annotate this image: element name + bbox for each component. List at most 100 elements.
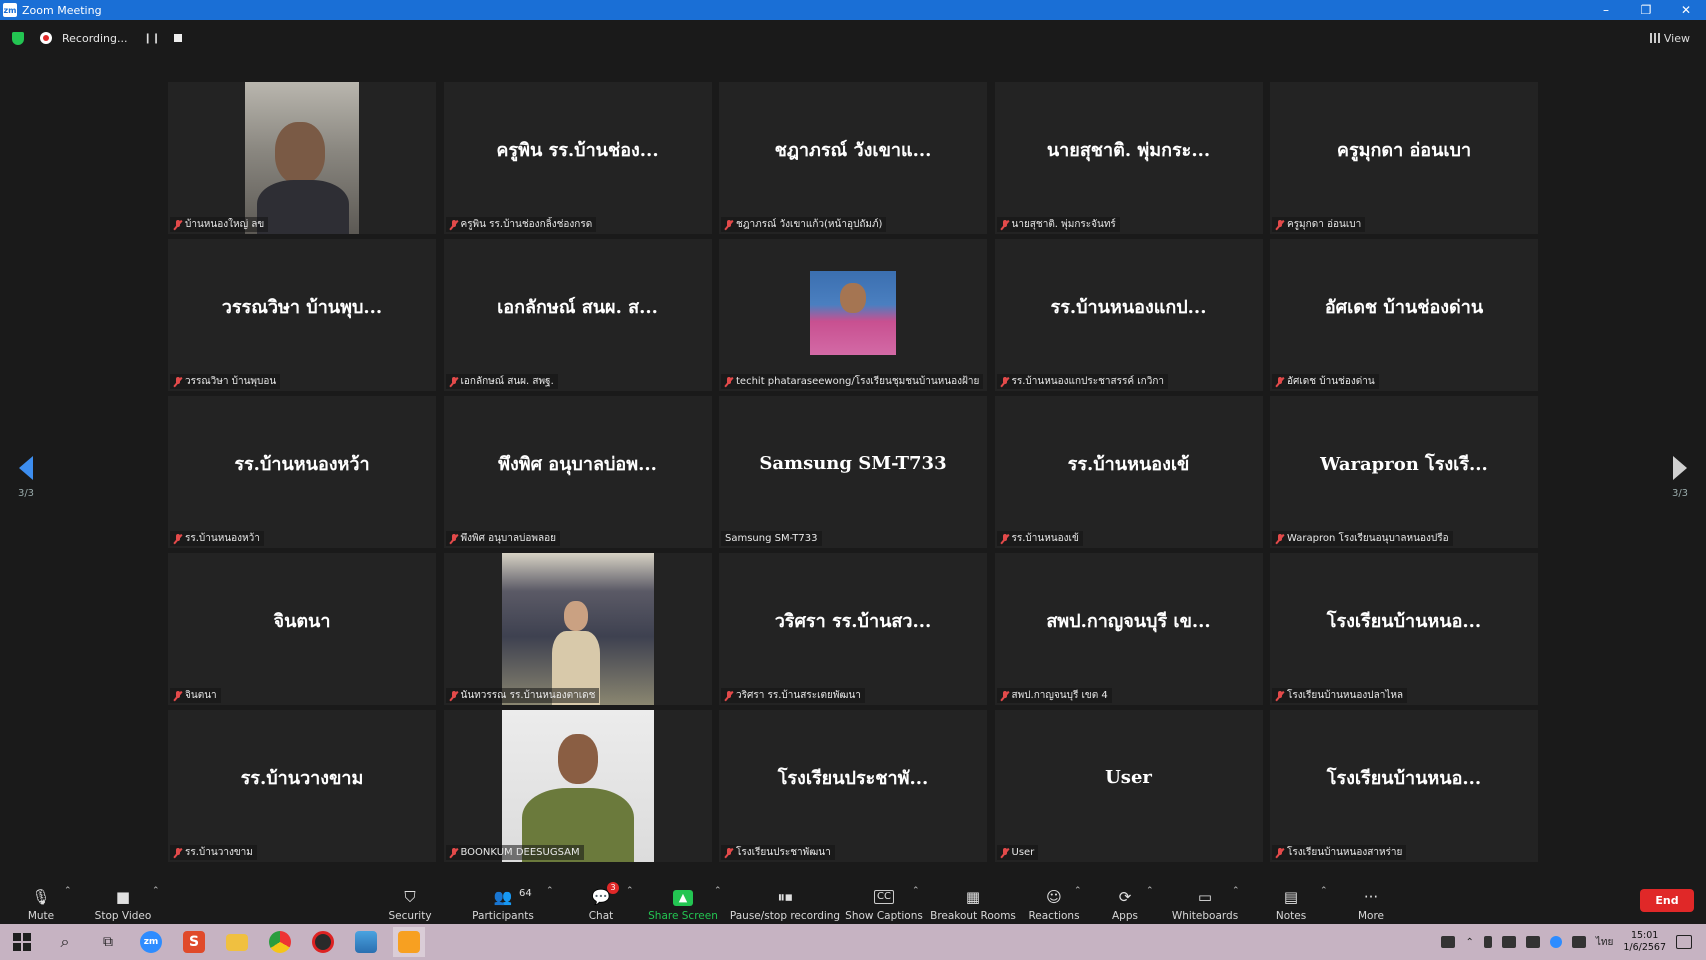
- participant-tile[interactable]: ชฎาภรณ์ วังเขาแ... ชฎาภรณ์ วังเขาแก้ว(หน้…: [719, 82, 987, 234]
- participant-display-name: จินตนา: [273, 610, 331, 632]
- notes-options-caret[interactable]: ⌃: [1320, 886, 1328, 896]
- end-meeting-button[interactable]: End: [1640, 889, 1694, 912]
- volume-icon[interactable]: [1501, 936, 1516, 948]
- participant-tile[interactable]: โรงเรียนประชาพั... โรงเรียนประชาพัฒนา: [719, 710, 987, 862]
- taskbar-clock[interactable]: 15:01 1/6/2567: [1623, 930, 1666, 954]
- mic-muted-icon: [450, 219, 458, 230]
- participant-tile[interactable]: techit phataraseewong/โรงเรียนชุมชนบ้านห…: [719, 239, 987, 391]
- person-head: [563, 601, 588, 631]
- tray-expand-icon[interactable]: ⌃: [1465, 937, 1473, 948]
- video-options-caret[interactable]: ⌃: [152, 886, 160, 896]
- zoom-tray-icon[interactable]: [1549, 936, 1562, 948]
- participant-name-label: User: [996, 845, 1039, 860]
- participant-tile[interactable]: โรงเรียนบ้านหนอ... โรงเรียนบ้านหนองปลาไหล: [1270, 553, 1538, 705]
- participant-tile[interactable]: นันทวรรณ รร.บ้านหนองตาเดช: [443, 553, 712, 705]
- next-page-button[interactable]: 3/3: [1665, 456, 1695, 499]
- mic-muted-icon: [174, 376, 182, 387]
- participant-tile[interactable]: เอกลักษณ์ สนผ. ส... เอกลักษณ์ สนผ. สพฐ.: [443, 239, 712, 391]
- search-icon: ⌕: [60, 932, 70, 951]
- apps-button[interactable]: ⟳ Apps: [1110, 880, 1140, 922]
- chat-button[interactable]: 💬 3 Chat: [588, 880, 619, 922]
- mute-button[interactable]: 🎙 Mute: [24, 880, 58, 922]
- input-language[interactable]: ไทย: [1596, 935, 1613, 950]
- reactions-button[interactable]: ☺ Reactions: [1028, 880, 1079, 922]
- mic-muted-icon: [725, 376, 733, 387]
- network-icon[interactable]: [1525, 936, 1540, 948]
- participant-tile[interactable]: โรงเรียนบ้านหนอ... โรงเรียนบ้านหนองสาหร่า…: [1270, 710, 1538, 862]
- keyboard-icon[interactable]: [1441, 936, 1456, 948]
- reactions-options-caret[interactable]: ⌃: [1074, 886, 1082, 896]
- view-button[interactable]: View: [1649, 32, 1690, 45]
- participants-button[interactable]: 👥 64 Participants: [472, 880, 534, 922]
- recording-dot-icon: [40, 32, 52, 44]
- participant-video: [245, 82, 359, 234]
- participant-tile[interactable]: พึงพิศ อนุบาลบ่อพ... พึงพิศ อนุบาลบ่อพลอย: [443, 396, 712, 548]
- participant-name-label: Samsung SM-T733: [721, 531, 822, 546]
- taskbar-zoom-app[interactable]: zm: [135, 927, 167, 957]
- participant-tile[interactable]: นายสุชาติ. พุ่มกระ... นายสุชาติ. พุ่มกระจ…: [994, 82, 1263, 234]
- prev-page-button[interactable]: 3/3: [11, 456, 41, 499]
- participant-name: User: [1011, 847, 1035, 858]
- participant-tile[interactable]: รร.บ้านหนองเข้ รร.บ้านหนองเข้: [994, 396, 1263, 548]
- mic-tray-icon[interactable]: [1483, 936, 1492, 948]
- mic-muted-icon: [450, 690, 458, 701]
- taskbar-s-app[interactable]: S: [178, 927, 210, 957]
- participant-tile[interactable]: รร.บ้านหนองหว้า รร.บ้านหนองหว้า: [168, 396, 436, 548]
- more-button[interactable]: ··· More: [1356, 880, 1386, 922]
- restore-button[interactable]: ❐: [1626, 3, 1666, 17]
- participant-tile[interactable]: รร.บ้านหนองแกป... รร.บ้านหนองแกประชาสรรค์…: [994, 239, 1263, 391]
- search-button[interactable]: ⌕: [49, 927, 81, 957]
- share-options-caret[interactable]: ⌃: [714, 886, 722, 896]
- security-button[interactable]: ⛉ Security: [388, 880, 432, 922]
- whiteboards-options-caret[interactable]: ⌃: [1232, 886, 1240, 896]
- participant-tile[interactable]: บ้านหนองใหญ่ ลข: [168, 82, 436, 234]
- minimize-button[interactable]: –: [1586, 3, 1626, 17]
- share-screen-button[interactable]: ▲ Share Screen: [648, 880, 718, 922]
- participant-tile[interactable]: อัศเดช บ้านช่องด่าน อัศเดช บ้านช่องด่าน: [1270, 239, 1538, 391]
- close-button[interactable]: ✕: [1666, 3, 1706, 17]
- apps-options-caret[interactable]: ⌃: [1146, 886, 1154, 896]
- security-shield-icon[interactable]: [12, 31, 24, 45]
- participant-tile[interactable]: วรรณวิษา บ้านพุบ... วรรณวิษา บ้านพุบอน: [168, 239, 436, 391]
- pause-stop-recording-button[interactable]: ⏸⏹ Pause/stop recording: [730, 880, 840, 922]
- participant-display-name: โรงเรียนบ้านหนอ...: [1326, 610, 1482, 632]
- participant-tile[interactable]: User User: [994, 710, 1263, 862]
- participant-tile[interactable]: รร.บ้านวางขาม รร.บ้านวางขาม: [168, 710, 436, 862]
- taskbar-app-red[interactable]: [307, 927, 339, 957]
- show-captions-button[interactable]: CC Show Captions: [845, 880, 923, 922]
- participant-tile[interactable]: Samsung SM-T733 Samsung SM-T733: [719, 396, 987, 548]
- stop-recording-button[interactable]: [174, 34, 183, 42]
- whiteboards-button[interactable]: ▭ Whiteboards: [1172, 880, 1238, 922]
- participants-options-caret[interactable]: ⌃: [546, 886, 554, 896]
- participant-tile[interactable]: สพป.กาญจนบุรี เข... สพป.กาญจนบุรี เขต 4: [994, 553, 1263, 705]
- reactions-emoji-icon: ☺: [1046, 888, 1062, 906]
- pause-recording-button[interactable]: ❙❙: [144, 33, 161, 44]
- taskbar-active-app[interactable]: [393, 927, 425, 957]
- participant-display-name: พึงพิศ อนุบาลบ่อพ...: [498, 453, 657, 475]
- taskbar-chrome[interactable]: [264, 927, 296, 957]
- chat-options-caret[interactable]: ⌃: [626, 886, 634, 896]
- audio-options-caret[interactable]: ⌃: [64, 886, 72, 896]
- windows-start-button[interactable]: [6, 927, 38, 957]
- participant-tile[interactable]: จินตนา จินตนา: [168, 553, 436, 705]
- stop-video-button[interactable]: ■ Stop Video: [94, 880, 152, 922]
- task-view-button[interactable]: ⧉: [92, 927, 124, 957]
- notes-button[interactable]: ▤ Notes: [1276, 880, 1306, 922]
- clock-date: 1/6/2567: [1623, 942, 1666, 953]
- page-indicator-left: 3/3: [17, 488, 35, 499]
- captions-options-caret[interactable]: ⌃: [912, 886, 920, 896]
- mic-muted-icon: [174, 690, 182, 701]
- breakout-rooms-button[interactable]: ▦ Breakout Rooms: [930, 880, 1016, 922]
- participant-tile[interactable]: ครูพิน รร.บ้านช่อง... ครูพิน รร.บ้านช่องก…: [443, 82, 712, 234]
- participant-tile[interactable]: วริศรา รร.บ้านสว... วริศรา รร.บ้านสระเตยพ…: [719, 553, 987, 705]
- mic-muted-icon: [725, 219, 733, 230]
- participant-tile[interactable]: BOONKUM DEESUGSAM: [443, 710, 712, 862]
- taskbar-file-explorer[interactable]: [221, 927, 253, 957]
- notifications-icon[interactable]: [1676, 935, 1692, 949]
- participant-name: นายสุชาติ. พุ่มกระจันทร์: [1011, 219, 1116, 230]
- speaker-icon[interactable]: [1571, 936, 1586, 948]
- participant-tile[interactable]: Warapron โรงเรี... Warapron โรงเรียนอนุบา…: [1270, 396, 1538, 548]
- participant-name: Samsung SM-T733: [725, 533, 818, 544]
- participant-tile[interactable]: ครูมุกดา อ่อนเบา ครูมุกดา อ่อนเบา: [1270, 82, 1538, 234]
- taskbar-photos[interactable]: [350, 927, 382, 957]
